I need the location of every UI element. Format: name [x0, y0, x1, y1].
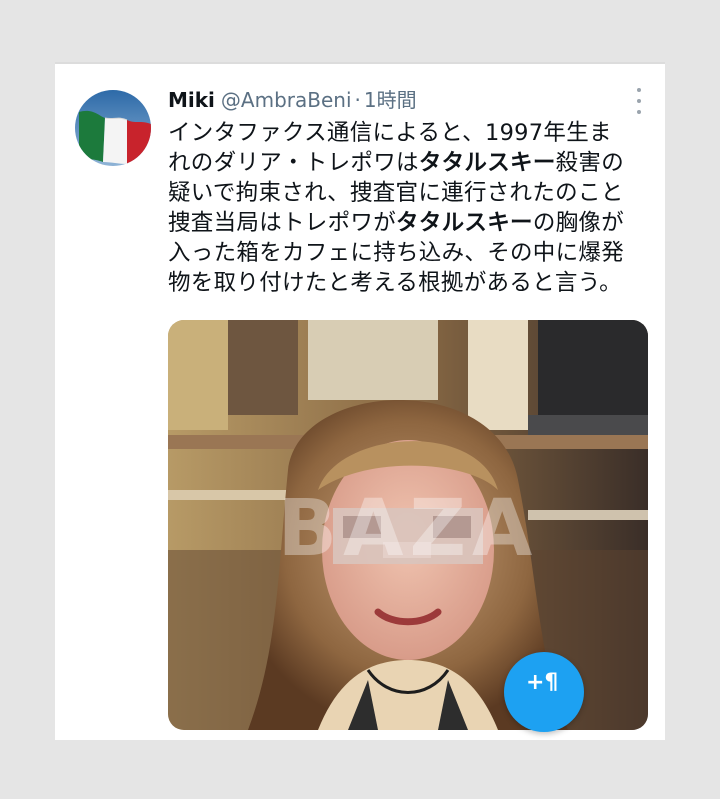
highlighted-term: タタルスキー: [396, 210, 533, 236]
avatar[interactable]: [75, 90, 151, 166]
tweet-text: インタファクス通信によると、1997年生ま れのダリア・トレポワはタタルスキー殺…: [168, 118, 653, 298]
user-handle[interactable]: @AmbraBeni: [221, 88, 352, 112]
highlighted-term: タタルスキー: [418, 150, 556, 176]
compose-tweet-icon: +¶: [526, 670, 559, 695]
compose-tweet-button[interactable]: +¶: [504, 652, 584, 732]
display-name[interactable]: Miki: [168, 88, 215, 112]
tweet-card[interactable]: Miki @AmbraBeni · 1時間 インタファクス通信によると、1997年生ま…: [55, 62, 665, 740]
separator-dot: ·: [354, 88, 361, 112]
tweet-text-line: 入った箱をカフェに持ち込み、その中に爆発: [168, 240, 625, 266]
timestamp[interactable]: 1時間: [364, 88, 417, 112]
italian-flag-avatar-icon: [75, 90, 151, 166]
tweet-text-line: れのダリア・トレポワはタタルスキー殺害の: [168, 150, 625, 176]
tweet-text-line: 疑いで拘束され、捜査官に連行されたのこと: [168, 180, 624, 206]
more-vertical-icon[interactable]: [631, 88, 647, 114]
photo-watermark: BAZA: [278, 484, 539, 574]
tweet-text-line: インタファクス通信によると、1997年生ま: [168, 120, 612, 146]
tweet-header: Miki @AmbraBeni · 1時間: [168, 86, 417, 114]
tweet-text-line: 捜査当局はトレポワがタタルスキーの胸像が: [168, 210, 625, 236]
tweet-text-line: 物を取り付けたと考える根拠があると言う。: [168, 270, 622, 296]
